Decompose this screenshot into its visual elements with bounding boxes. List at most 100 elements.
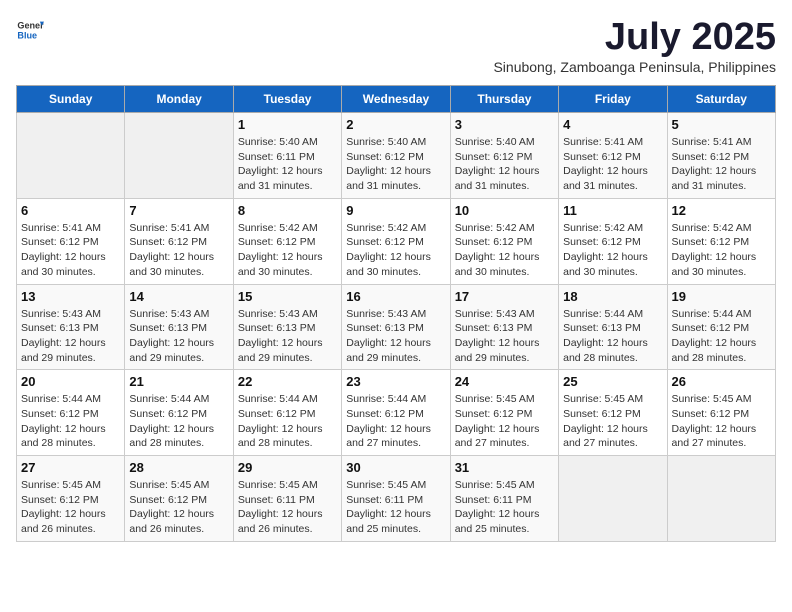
day-number: 19 [672, 289, 771, 304]
calendar-body: 1 Sunrise: 5:40 AM Sunset: 6:11 PM Daylig… [17, 113, 776, 542]
day-number: 27 [21, 460, 120, 475]
day-of-week-header: Thursday [450, 86, 558, 113]
day-number: 13 [21, 289, 120, 304]
day-info: Sunrise: 5:41 AM Sunset: 6:12 PM Dayligh… [129, 221, 228, 280]
calendar-cell: 14Sunrise: 5:43 AM Sunset: 6:13 PM Dayli… [125, 284, 233, 370]
day-info: Sunrise: 5:42 AM Sunset: 6:12 PM Dayligh… [455, 221, 554, 280]
calendar-cell: 4 Sunrise: 5:41 AM Sunset: 6:12 PM Daylig… [559, 113, 667, 199]
day-info: Sunrise: 5:40 AM Sunset: 6:12 PM Dayligh… [346, 135, 445, 194]
day-number: 1 [238, 117, 337, 132]
calendar-week-row: 20Sunrise: 5:44 AM Sunset: 6:12 PM Dayli… [17, 370, 776, 456]
day-number: 15 [238, 289, 337, 304]
calendar-cell: 30 Sunrise: 5:45 AM Sunset: 6:11 PM Dayli… [342, 456, 450, 542]
day-number: 24 [455, 374, 554, 389]
calendar-cell: 22Sunrise: 5:44 AM Sunset: 6:12 PM Dayli… [233, 370, 341, 456]
day-info: Sunrise: 5:45 AM Sunset: 6:11 PM Dayligh… [238, 478, 337, 537]
day-number: 2 [346, 117, 445, 132]
calendar-cell [559, 456, 667, 542]
day-info: Sunrise: 5:43 AM Sunset: 6:13 PM Dayligh… [238, 307, 337, 366]
calendar-cell: 1 Sunrise: 5:40 AM Sunset: 6:11 PM Daylig… [233, 113, 341, 199]
day-number: 14 [129, 289, 228, 304]
day-number: 10 [455, 203, 554, 218]
calendar-cell: 21 Sunrise: 5:44 AM Sunset: 6:12 PM Dayli… [125, 370, 233, 456]
day-info: Sunrise: 5:44 AM Sunset: 6:12 PM Dayligh… [21, 392, 120, 451]
day-number: 11 [563, 203, 662, 218]
day-info: Sunrise: 5:45 AM Sunset: 6:12 PM Dayligh… [129, 478, 228, 537]
calendar-cell: 31 Sunrise: 5:45 AM Sunset: 6:11 PM Dayli… [450, 456, 558, 542]
day-info: Sunrise: 5:44 AM Sunset: 6:13 PM Dayligh… [563, 307, 662, 366]
calendar-table: SundayMondayTuesdayWednesdayThursdayFrid… [16, 85, 776, 542]
day-number: 25 [563, 374, 662, 389]
days-of-week-row: SundayMondayTuesdayWednesdayThursdayFrid… [17, 86, 776, 113]
day-info: Sunrise: 5:44 AM Sunset: 6:12 PM Dayligh… [129, 392, 228, 451]
calendar-cell [125, 113, 233, 199]
calendar-week-row: 13 Sunrise: 5:43 AM Sunset: 6:13 PM Dayli… [17, 284, 776, 370]
day-number: 18 [563, 289, 662, 304]
day-number: 22 [238, 374, 337, 389]
day-number: 17 [455, 289, 554, 304]
calendar-cell: 13 Sunrise: 5:43 AM Sunset: 6:13 PM Dayli… [17, 284, 125, 370]
svg-text:General: General [17, 21, 44, 31]
calendar-cell: 6Sunrise: 5:41 AM Sunset: 6:12 PM Daylig… [17, 198, 125, 284]
calendar-cell: 28 Sunrise: 5:45 AM Sunset: 6:12 PM Dayli… [125, 456, 233, 542]
calendar-cell [17, 113, 125, 199]
calendar-cell: 29 Sunrise: 5:45 AM Sunset: 6:11 PM Dayli… [233, 456, 341, 542]
day-number: 30 [346, 460, 445, 475]
day-of-week-header: Monday [125, 86, 233, 113]
day-of-week-header: Tuesday [233, 86, 341, 113]
day-info: Sunrise: 5:42 AM Sunset: 6:12 PM Dayligh… [563, 221, 662, 280]
day-info: Sunrise: 5:42 AM Sunset: 6:12 PM Dayligh… [672, 221, 771, 280]
calendar-cell: 18 Sunrise: 5:44 AM Sunset: 6:13 PM Dayli… [559, 284, 667, 370]
calendar-cell: 10 Sunrise: 5:42 AM Sunset: 6:12 PM Dayli… [450, 198, 558, 284]
day-number: 7 [129, 203, 228, 218]
day-info: Sunrise: 5:40 AM Sunset: 6:12 PM Dayligh… [455, 135, 554, 194]
day-number: 3 [455, 117, 554, 132]
day-info: Sunrise: 5:42 AM Sunset: 6:12 PM Dayligh… [238, 221, 337, 280]
calendar-cell: 26 Sunrise: 5:45 AM Sunset: 6:12 PM Dayli… [667, 370, 775, 456]
day-number: 21 [129, 374, 228, 389]
calendar-cell: 5Sunrise: 5:41 AM Sunset: 6:12 PM Daylig… [667, 113, 775, 199]
day-number: 23 [346, 374, 445, 389]
day-info: Sunrise: 5:41 AM Sunset: 6:12 PM Dayligh… [563, 135, 662, 194]
day-number: 9 [346, 203, 445, 218]
day-info: Sunrise: 5:45 AM Sunset: 6:11 PM Dayligh… [455, 478, 554, 537]
logo: General Blue [16, 16, 44, 44]
day-info: Sunrise: 5:45 AM Sunset: 6:12 PM Dayligh… [672, 392, 771, 451]
day-number: 26 [672, 374, 771, 389]
calendar-cell: 11 Sunrise: 5:42 AM Sunset: 6:12 PM Dayli… [559, 198, 667, 284]
day-info: Sunrise: 5:45 AM Sunset: 6:12 PM Dayligh… [21, 478, 120, 537]
logo-icon: General Blue [16, 16, 44, 44]
calendar-week-row: 1 Sunrise: 5:40 AM Sunset: 6:11 PM Daylig… [17, 113, 776, 199]
svg-text:Blue: Blue [17, 30, 37, 40]
calendar-cell: 27 Sunrise: 5:45 AM Sunset: 6:12 PM Dayli… [17, 456, 125, 542]
day-number: 12 [672, 203, 771, 218]
day-number: 29 [238, 460, 337, 475]
calendar-cell: 24Sunrise: 5:45 AM Sunset: 6:12 PM Dayli… [450, 370, 558, 456]
day-info: Sunrise: 5:44 AM Sunset: 6:12 PM Dayligh… [672, 307, 771, 366]
calendar-cell: 7 Sunrise: 5:41 AM Sunset: 6:12 PM Daylig… [125, 198, 233, 284]
day-of-week-header: Wednesday [342, 86, 450, 113]
calendar-cell: 23Sunrise: 5:44 AM Sunset: 6:12 PM Dayli… [342, 370, 450, 456]
calendar-cell: 3 Sunrise: 5:40 AM Sunset: 6:12 PM Daylig… [450, 113, 558, 199]
day-number: 6 [21, 203, 120, 218]
calendar-cell: 17 Sunrise: 5:43 AM Sunset: 6:13 PM Dayli… [450, 284, 558, 370]
calendar-week-row: 6 Sunrise: 5:41 AM Sunset: 6:12 PM Daylig… [17, 198, 776, 284]
day-of-week-header: Friday [559, 86, 667, 113]
title-area: July 2025 Sinubong, Zamboanga Peninsula,… [493, 16, 776, 75]
day-info: Sunrise: 5:43 AM Sunset: 6:13 PM Dayligh… [455, 307, 554, 366]
header: General Blue July 2025 Sinubong, Zamboan… [16, 16, 776, 75]
day-number: 31 [455, 460, 554, 475]
day-info: Sunrise: 5:43 AM Sunset: 6:13 PM Dayligh… [21, 307, 120, 366]
calendar-header: SundayMondayTuesdayWednesdayThursdayFrid… [17, 86, 776, 113]
calendar-cell [667, 456, 775, 542]
day-info: Sunrise: 5:42 AM Sunset: 6:12 PM Dayligh… [346, 221, 445, 280]
day-number: 4 [563, 117, 662, 132]
day-info: Sunrise: 5:45 AM Sunset: 6:12 PM Dayligh… [563, 392, 662, 451]
calendar-cell: 20Sunrise: 5:44 AM Sunset: 6:12 PM Dayli… [17, 370, 125, 456]
day-info: Sunrise: 5:45 AM Sunset: 6:11 PM Dayligh… [346, 478, 445, 537]
calendar-cell: 8Sunrise: 5:42 AM Sunset: 6:12 PM Daylig… [233, 198, 341, 284]
day-number: 28 [129, 460, 228, 475]
subtitle: Sinubong, Zamboanga Peninsula, Philippin… [493, 59, 776, 75]
calendar-cell: 12 Sunrise: 5:42 AM Sunset: 6:12 PM Dayli… [667, 198, 775, 284]
day-info: Sunrise: 5:40 AM Sunset: 6:11 PM Dayligh… [238, 135, 337, 194]
